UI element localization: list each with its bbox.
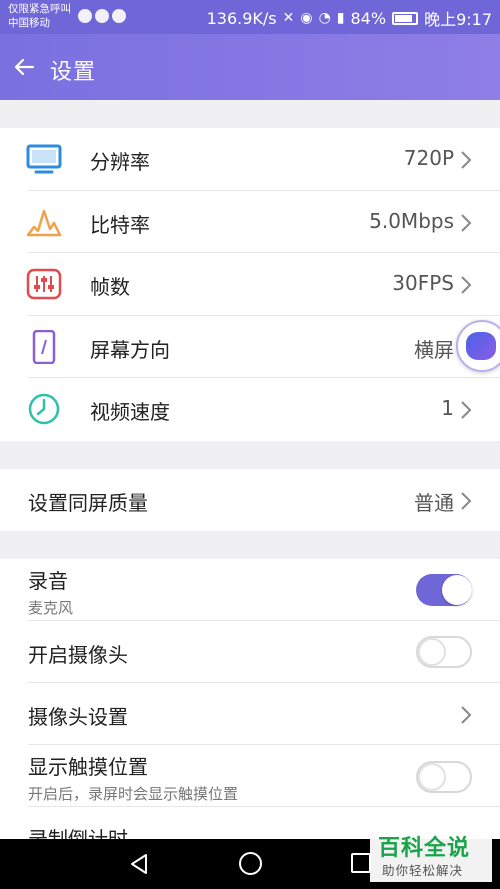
camera-notification-icon (95, 9, 109, 23)
video-speed-value: 1 (441, 396, 454, 420)
setting-row-mirror-quality[interactable]: 设置同屏质量 普通 (0, 469, 500, 532)
chevron-right-icon (461, 151, 472, 169)
resolution-value: 720P (403, 146, 454, 170)
watermark-title: 百科全说 (378, 836, 471, 861)
orientation-label: 屏幕方向 (90, 337, 170, 362)
resolution-label: 分辨率 (90, 150, 150, 174)
audio-toggle[interactable] (416, 574, 472, 606)
setting-row-resolution[interactable]: 分辨率 720P (0, 128, 500, 191)
framerate-label: 帧数 (90, 275, 130, 299)
phone-orientation-icon (32, 329, 56, 364)
toggle-knob (418, 638, 446, 666)
carrier-line1: 仅限紧急呼叫 (8, 3, 71, 15)
mirror-quality-card: 设置同屏质量 普通 (0, 469, 500, 531)
status-bar: 仅限紧急呼叫 中国移动 136.9K/s ✕ ◉ ◔ ▮ 84% 晚上9:17 (0, 0, 500, 34)
monitor-icon (26, 144, 62, 174)
setting-row-video-speed[interactable]: 视频速度 1 (0, 378, 500, 441)
back-arrow-icon[interactable] (12, 55, 36, 79)
setting-row-camera[interactable]: 开启摄像头 (0, 621, 500, 683)
clock-icon (28, 393, 60, 425)
audio-sub: 麦克风 (28, 599, 74, 617)
camera-toggle[interactable] (416, 636, 472, 668)
battery-icon (392, 11, 419, 25)
chevron-right-icon (461, 492, 472, 510)
chevron-right-icon (461, 401, 472, 419)
status-right: 136.9K/s ✕ ◉ ◔ ▮ 84% 晚上9:17 (207, 6, 492, 30)
video-settings-card: 分辨率 720P 比特率 5.0Mbps 帧数 30FPS 屏幕方向 横屏 视频… (0, 128, 500, 441)
camera-settings-label: 摄像头设置 (28, 705, 128, 729)
setting-row-framerate[interactable]: 帧数 30FPS (0, 253, 500, 316)
setting-row-orientation[interactable]: 屏幕方向 横屏 (0, 316, 500, 378)
carrier-line2: 中国移动 (8, 17, 50, 29)
notification-icons (78, 9, 126, 23)
nav-recent-icon[interactable] (351, 853, 371, 873)
touch-toggle[interactable] (416, 761, 472, 793)
clock-time: 晚上9:17 (424, 10, 492, 29)
waveform-icon (26, 209, 62, 236)
chevron-right-icon (461, 276, 472, 294)
toggle-knob (418, 763, 446, 791)
app-notification-icon (78, 9, 92, 23)
mute-icon: ✕ (282, 10, 295, 26)
setting-row-audio[interactable]: 录音 麦克风 (0, 559, 500, 621)
eye-icon: ◉ (300, 10, 313, 26)
audio-label: 录音 (28, 569, 68, 593)
chevron-right-icon (461, 213, 472, 232)
floating-record-ball[interactable] (456, 320, 500, 372)
video-speed-label: 视频速度 (90, 400, 170, 424)
app-bar: 设置 (0, 34, 500, 100)
mirror-quality-value: 普通 (414, 491, 454, 515)
net-speed: 136.9K/s (206, 8, 277, 28)
mirror-quality-label: 设置同屏质量 (28, 491, 148, 515)
cloud-notification-icon (112, 9, 126, 23)
record-app-icon (466, 332, 496, 360)
chevron-right-icon (461, 706, 472, 724)
orientation-value: 横屏 (414, 337, 454, 362)
page-title: 设置 (50, 60, 97, 85)
signal-icon: ▮ (336, 10, 345, 26)
wifi-icon: ◔ (318, 10, 331, 26)
watermark-subtitle: 助你轻松解决 (382, 863, 464, 878)
setting-row-camera-settings[interactable]: 摄像头设置 (0, 683, 500, 745)
setting-row-bitrate[interactable]: 比特率 5.0Mbps (0, 191, 500, 253)
watermark-logo: 百科全说 助你轻松解决 (370, 828, 492, 882)
touch-label: 显示触摸位置 (28, 755, 148, 779)
sliders-icon (26, 268, 62, 300)
bitrate-value: 5.0Mbps (369, 208, 454, 233)
toggle-knob (442, 575, 472, 605)
carrier-info: 仅限紧急呼叫 中国移动 (8, 2, 71, 30)
camera-label: 开启摄像头 (28, 643, 128, 667)
bitrate-label: 比特率 (90, 212, 150, 237)
touch-sub: 开启后，录屏时会显示触摸位置 (28, 785, 239, 803)
setting-row-touch[interactable]: 显示触摸位置 开启后，录屏时会显示触摸位置 (0, 745, 500, 807)
battery-percent: 84% (350, 8, 387, 28)
record-options-card: 录音 麦克风 开启摄像头 摄像头设置 显示触摸位置 开启后，录屏时会显示触摸位置… (0, 559, 500, 839)
framerate-value: 30FPS (392, 271, 454, 295)
nav-home-icon[interactable] (239, 852, 262, 875)
countdown-label: 录制倒计时 (28, 827, 128, 839)
nav-back-icon[interactable] (128, 853, 150, 875)
